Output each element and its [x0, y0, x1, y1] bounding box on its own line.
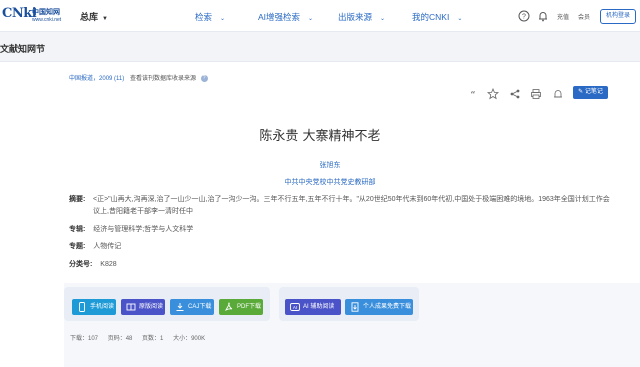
- svg-text:“: “: [470, 90, 475, 100]
- book-icon: [126, 303, 136, 311]
- mobile-read-button[interactable]: 手机阅读: [72, 299, 116, 315]
- logo-url: www.cnki.net: [32, 17, 62, 23]
- document-download-icon: [351, 302, 359, 312]
- quote-icon[interactable]: “: [467, 88, 479, 100]
- topic-label: 专题:: [69, 243, 86, 250]
- page-number: 页码：48: [107, 336, 133, 342]
- article-title: 陈永贵 大寨精神不老: [259, 129, 381, 144]
- nav-ai-search[interactable]: AI增强检索 ⌄: [258, 11, 313, 23]
- note-icon: ✎: [578, 89, 585, 95]
- chevron-down-icon: ⌄: [220, 16, 226, 22]
- print-icon[interactable]: [530, 88, 542, 100]
- svg-text:AI: AI: [293, 305, 297, 310]
- download-icon: [176, 303, 184, 311]
- source-line: 中国报道，2009 (11) 查看该刊数据库收录来源 ?: [69, 73, 208, 82]
- star-icon[interactable]: [487, 88, 499, 100]
- class-row: 分类号: K828: [69, 259, 117, 271]
- section-title: 文献知网节: [0, 44, 46, 54]
- section-bar: 文献知网节: [0, 32, 640, 62]
- topic-row: 专题: 人物传记: [69, 241, 121, 253]
- ai-read-label: AI 辅助阅读: [303, 304, 335, 310]
- member-link[interactable]: 会员: [578, 12, 590, 21]
- phone-icon: [79, 302, 85, 312]
- note-button-label: 记笔记: [584, 89, 603, 95]
- download-count: 下载：107: [70, 336, 99, 342]
- mobile-read-label: 手机阅读: [90, 304, 115, 310]
- original-read-button[interactable]: 原版阅读: [121, 299, 165, 315]
- chevron-down-icon: ⌄: [308, 16, 314, 22]
- caj-download-label: CAJ下载: [188, 304, 212, 310]
- pdf-icon: [224, 302, 233, 312]
- bell-icon[interactable]: [552, 88, 564, 100]
- index-source-link[interactable]: 查看该刊数据库收录来源: [130, 76, 196, 82]
- author-link[interactable]: 张旭东: [0, 160, 640, 170]
- chevron-down-icon: ⌄: [457, 16, 463, 22]
- chevron-down-icon: ⌄: [380, 16, 386, 22]
- organization-link[interactable]: 中共中央党校中共党史教研部: [0, 177, 640, 187]
- pdf-download-button[interactable]: PDF下载: [219, 299, 263, 315]
- ai-read-button[interactable]: AI AI 辅助阅读: [285, 299, 341, 315]
- caj-download-button[interactable]: CAJ下载: [170, 299, 214, 315]
- caret-down-icon: ▼: [102, 16, 108, 22]
- download-area: 手机阅读 原版阅读 CAJ下载 PDF下载 AI AI 辅助阅读 个人成果免费下…: [64, 283, 640, 367]
- series-row: 专辑: 经济与管理科学;哲学与人文科学: [69, 224, 193, 236]
- assist-group: AI AI 辅助阅读 个人成果免费下载: [279, 287, 419, 321]
- original-read-label: 原版阅读: [139, 304, 164, 310]
- library-label: 总库: [80, 12, 99, 22]
- org-login-button[interactable]: 机构登录: [600, 9, 636, 24]
- abstract-text: <正>"山再大,沟再深,治了一山少一山,治了一沟少一沟。三年不行五年,五年不行十…: [93, 196, 610, 215]
- bell-icon[interactable]: [537, 10, 549, 22]
- abstract-row: 摘要: <正>"山再大,沟再深,治了一山少一山,治了一沟少一沟。三年不行五年,五…: [69, 194, 610, 215]
- personal-download-label: 个人成果免费下载: [363, 304, 412, 310]
- page-count: 页数：1: [142, 336, 164, 342]
- logo-chinese-name: 中国知网: [32, 9, 60, 16]
- cnki-logo[interactable]: CNki 中国知网 www.cnki.net: [2, 6, 66, 26]
- question-icon[interactable]: ?: [200, 74, 208, 82]
- article-stats: 下载：107 页码：48 页数：1 大小：900K: [70, 333, 213, 342]
- help-icon[interactable]: ?: [518, 10, 530, 22]
- journal-issue: 2009 (11): [99, 76, 125, 82]
- pdf-download-label: PDF下载: [237, 304, 262, 310]
- journal-link[interactable]: 中国报道，2009 (11): [69, 76, 124, 82]
- topic-value: 人物传记: [93, 243, 122, 250]
- svg-text:?: ?: [522, 14, 526, 21]
- nav-my-cnki-label: 我的CNKI: [412, 12, 450, 22]
- series-value: 经济与管理科学;哲学与人文科学: [93, 226, 194, 233]
- nav-search[interactable]: 检索 ⌄: [195, 11, 225, 23]
- class-value: K828: [100, 261, 117, 268]
- nav-ai-search-label: AI增强检索: [258, 12, 301, 22]
- nav-publication-label: 出版来源: [338, 12, 373, 22]
- top-navigation-bar: CNki 中国知网 www.cnki.net 总库 ▼ 检索 ⌄ AI增强检索 ⌄ 出…: [0, 0, 640, 32]
- share-icon[interactable]: [509, 88, 521, 100]
- library-selector[interactable]: 总库 ▼: [80, 10, 108, 23]
- download-group: 手机阅读 原版阅读 CAJ下载 PDF下载: [64, 287, 270, 321]
- journal-name: 中国报道，: [69, 76, 100, 82]
- abstract-label: 摘要:: [69, 196, 86, 203]
- file-size: 大小：900K: [173, 336, 206, 342]
- personal-download-button[interactable]: 个人成果免费下载: [345, 299, 413, 315]
- ai-icon: AI: [290, 303, 300, 311]
- nav-my-cnki[interactable]: 我的CNKI ⌄: [412, 11, 462, 23]
- class-label: 分类号:: [69, 261, 93, 268]
- note-button[interactable]: ✎ 记笔记: [573, 86, 608, 99]
- nav-search-label: 检索: [195, 12, 213, 22]
- nav-publication-source[interactable]: 出版来源 ⌄: [338, 11, 385, 23]
- series-label: 专辑:: [69, 226, 86, 233]
- recharge-link[interactable]: 充值: [557, 12, 569, 21]
